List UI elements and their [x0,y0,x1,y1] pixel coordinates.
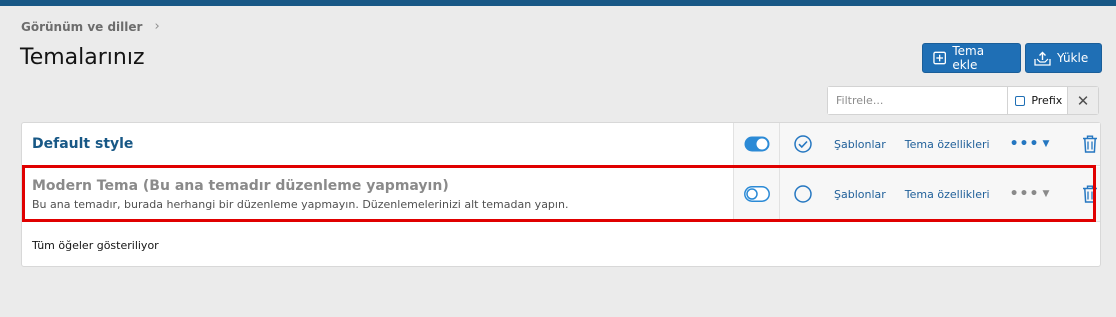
style-enabled-toggle[interactable] [734,167,780,221]
ellipsis-icon: ••• [1009,186,1040,202]
ellipsis-icon: ••• [1009,136,1040,152]
breadcrumb[interactable]: Görünüm ve diller › [21,19,160,34]
circle-icon [794,185,812,203]
style-title[interactable]: Modern Tema (Bu ana temadır düzenleme ya… [32,178,723,194]
style-actions: Şablonlar Tema özellikleri ••• ▼ [826,167,1080,221]
toggle-on-icon [744,136,769,152]
more-menu-button[interactable]: ••• ▼ [1010,186,1051,202]
styles-list: Default style Şablonlar Tema özellikleri… [21,122,1101,267]
prefix-label: Prefix [1031,94,1063,107]
upload-button[interactable]: Yükle [1025,43,1102,73]
breadcrumb-link[interactable]: Görünüm ve diller [21,20,142,34]
upload-icon [1034,51,1051,66]
trash-icon [1083,185,1097,203]
default-style-radio[interactable] [780,167,826,221]
add-theme-label: Tema ekle [952,44,985,72]
clear-filter-button[interactable]: ✕ [1067,87,1098,114]
more-menu-button[interactable]: ••• ▼ [1010,136,1051,152]
style-enabled-toggle[interactable] [734,123,780,165]
style-title[interactable]: Default style [32,136,723,152]
top-header-bar [0,0,1116,6]
style-properties-link[interactable]: Tema özellikleri [905,188,990,201]
style-properties-link[interactable]: Tema özellikleri [905,138,990,151]
list-footer-status: Tüm öğeler gösteriliyor [32,239,159,252]
style-description: Bu ana temadır, burada herhangi bir düze… [32,197,569,211]
delete-button[interactable] [1080,123,1100,165]
check-circle-icon [794,135,812,153]
add-theme-button[interactable]: Tema ekle [922,43,1021,73]
trash-icon [1083,135,1097,153]
filter-bar: Prefix ✕ [827,86,1099,115]
default-style-radio[interactable] [780,123,826,165]
templates-link[interactable]: Şablonlar [834,138,886,151]
upload-label: Yükle [1057,51,1089,65]
prefix-checkbox[interactable] [1015,95,1026,106]
style-row-default: Default style Şablonlar Tema özellikleri… [22,123,1100,166]
plus-square-icon [933,51,947,65]
delete-button[interactable] [1080,167,1100,221]
page-title: Temalarınız [20,45,145,70]
filter-input[interactable] [828,87,1008,114]
toggle-off-icon [743,186,770,202]
style-actions: Şablonlar Tema özellikleri ••• ▼ [826,123,1080,165]
caret-down-icon: ▼ [1042,189,1051,199]
close-icon: ✕ [1076,91,1090,110]
caret-down-icon: ▼ [1042,139,1051,149]
prefix-toggle[interactable]: Prefix [1007,87,1068,114]
style-info[interactable]: Default style [22,123,734,165]
chevron-right-icon: › [154,19,160,34]
style-info[interactable]: Modern Tema (Bu ana temadır düzenleme ya… [22,167,734,221]
style-row-modern: Modern Tema (Bu ana temadır düzenleme ya… [22,167,1100,222]
templates-link[interactable]: Şablonlar [834,188,886,201]
